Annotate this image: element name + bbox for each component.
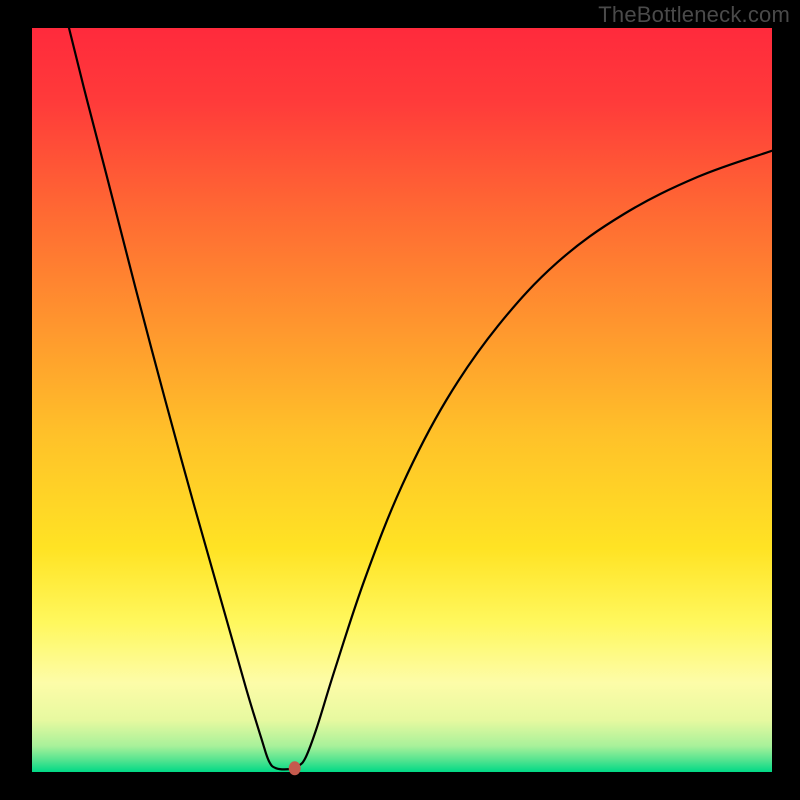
watermark-text: TheBottleneck.com — [598, 2, 790, 28]
minimum-marker — [289, 761, 301, 775]
chart-frame: TheBottleneck.com — [0, 0, 800, 800]
plot-background — [32, 28, 772, 772]
bottleneck-chart — [0, 0, 800, 800]
